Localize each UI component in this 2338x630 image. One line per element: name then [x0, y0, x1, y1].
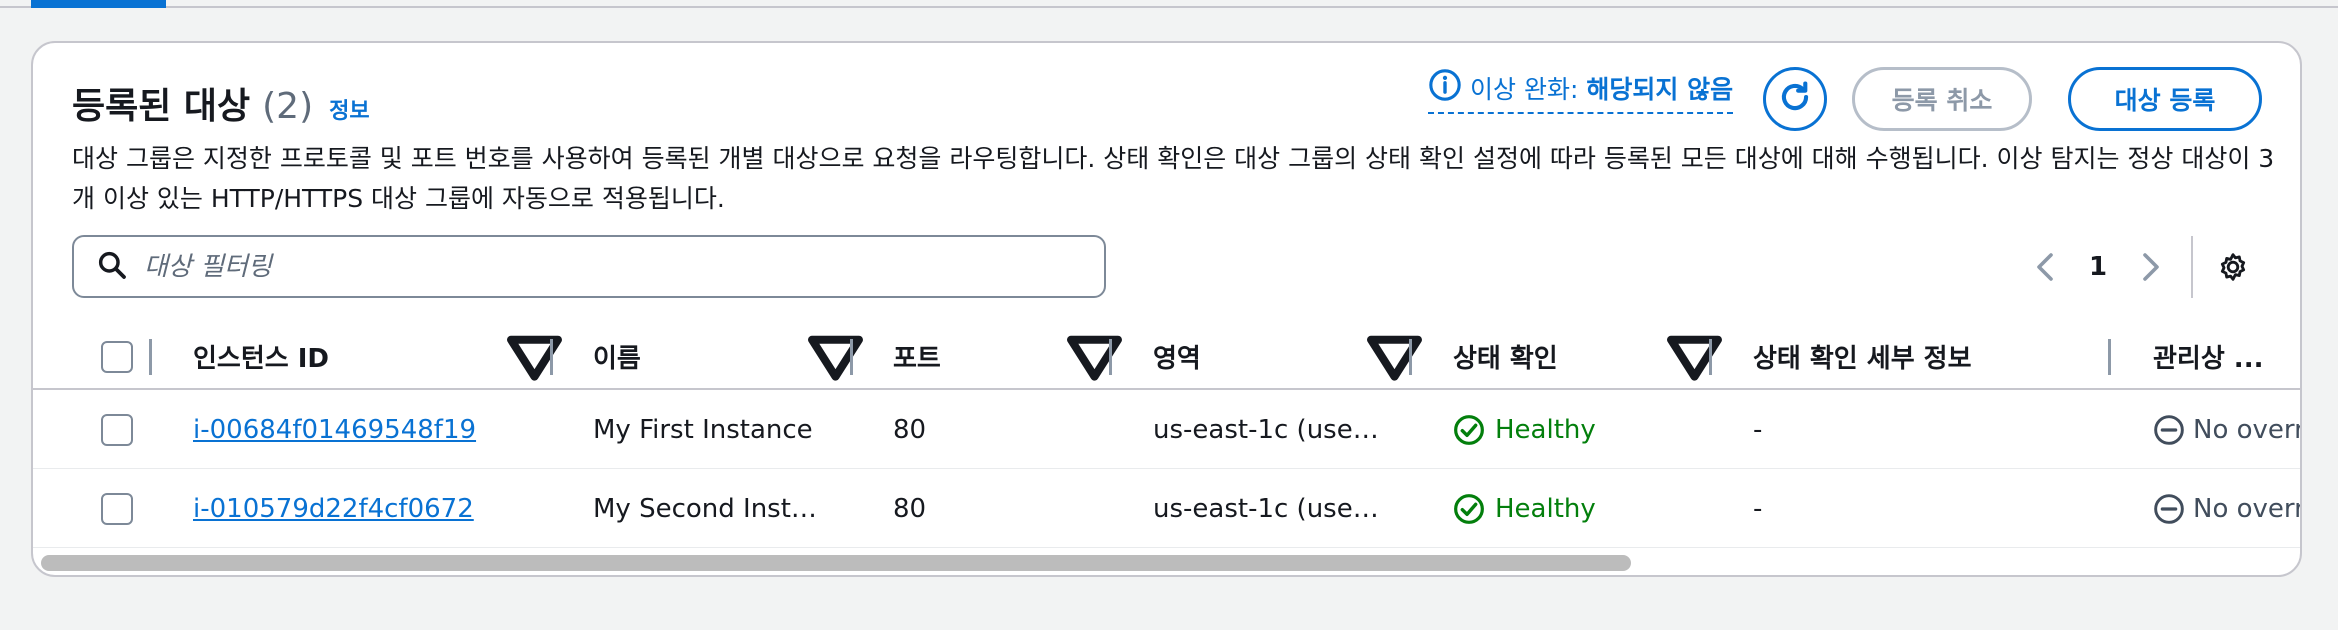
- minus-circle-icon: [2154, 414, 2184, 445]
- deregister-button[interactable]: 등록 취소: [1852, 67, 2032, 131]
- column-label: 상태 확인: [1453, 344, 1558, 374]
- refresh-icon: [1776, 78, 1814, 120]
- panel-title: 등록된 대상: [72, 86, 251, 127]
- select-all-checkbox[interactable]: [101, 340, 133, 373]
- previous-page-button[interactable]: [2023, 245, 2067, 289]
- instance-name: My First Instance: [593, 414, 813, 445]
- column-label: 이름: [593, 344, 641, 374]
- admin-override-label: No overr: [2193, 414, 2302, 445]
- health-detail: -: [1753, 414, 1763, 445]
- zone: us-east-1c (use…: [1153, 493, 1379, 524]
- column-divider[interactable]: [1409, 339, 1412, 375]
- column-header-administrative-override[interactable]: 관리상 ...: [2153, 323, 2263, 390]
- zone: us-east-1c (use…: [1153, 414, 1379, 445]
- instance-id-link[interactable]: i-00684f01469548f19: [193, 415, 476, 445]
- health-label: Healthy: [1495, 493, 1596, 524]
- instance-name: My Second Inst…: [593, 493, 817, 524]
- port: 80: [893, 493, 927, 524]
- sort-icon[interactable]: [1661, 323, 1728, 390]
- panel-description: 대상 그룹은 지정한 프로토콜 및 포트 번호를 사용하여 등록된 개별 대상으…: [72, 144, 2275, 213]
- table-row: i-010579d22f4cf0672 My Second Inst… 80 u…: [33, 469, 2302, 548]
- tab-strip: [0, 0, 2338, 8]
- sort-icon[interactable]: [1361, 323, 1428, 390]
- next-page-button[interactable]: [2129, 245, 2173, 289]
- search-icon: [96, 249, 144, 285]
- column-label: 포트: [893, 344, 941, 374]
- health-label: Healthy: [1495, 414, 1596, 445]
- check-circle-icon: [1454, 493, 1484, 524]
- column-divider[interactable]: [550, 339, 553, 375]
- sort-icon[interactable]: [1061, 323, 1128, 390]
- admin-override: No overr: [2153, 414, 2302, 446]
- preferences-button[interactable]: [2211, 245, 2255, 289]
- info-link[interactable]: 정보: [329, 93, 369, 125]
- health-status: Healthy: [1453, 493, 1596, 525]
- gear-icon: [2220, 253, 2246, 281]
- register-targets-button[interactable]: 대상 등록: [2068, 67, 2262, 131]
- row-checkbox[interactable]: [101, 492, 133, 525]
- table-header: 인스턴스 ID 이름 포트 영역 상태 확인 상태 확인 세부 정보 관리상 .…: [33, 323, 2300, 390]
- column-header-port[interactable]: 포트: [893, 323, 941, 390]
- table-row: i-00684f01469548f19 My First Instance 80…: [33, 390, 2302, 469]
- health-status: Healthy: [1453, 414, 1596, 446]
- registered-targets-panel: 등록된 대상 (2) 정보 이상 완화: 해당되지 않음 등록 취소 대상 등록…: [31, 41, 2302, 577]
- anomaly-label: 이상 완화:: [1470, 75, 1579, 104]
- admin-override-label: No overr: [2193, 493, 2302, 524]
- anomaly-value: 해당되지 않음: [1586, 75, 1734, 104]
- page-number[interactable]: 1: [2067, 252, 2129, 282]
- column-label: 영역: [1153, 344, 1201, 374]
- instance-id-link[interactable]: i-010579d22f4cf0672: [193, 494, 474, 524]
- pagination-divider: [2191, 236, 2193, 298]
- column-divider[interactable]: [850, 339, 853, 375]
- check-circle-icon: [1454, 414, 1484, 445]
- column-divider[interactable]: [2108, 339, 2111, 375]
- panel-header: 등록된 대상 (2) 정보: [72, 77, 370, 129]
- column-divider[interactable]: [1109, 339, 1112, 375]
- horizontal-scrollbar[interactable]: [41, 553, 2300, 573]
- port: 80: [893, 414, 927, 445]
- health-detail: -: [1753, 493, 1763, 524]
- active-tab-indicator: [31, 0, 166, 8]
- select-all-cell: [101, 323, 133, 390]
- column-header-health-status[interactable]: 상태 확인: [1453, 323, 1558, 390]
- filter-input[interactable]: [144, 251, 1044, 282]
- pagination: 1: [2023, 236, 2255, 298]
- chevron-right-icon: [2143, 253, 2159, 281]
- column-header-zone[interactable]: 영역: [1153, 323, 1201, 390]
- info-icon: [1428, 68, 1470, 108]
- sort-icon[interactable]: [802, 323, 869, 390]
- targets-table: 인스턴스 ID 이름 포트 영역 상태 확인 상태 확인 세부 정보 관리상 .…: [33, 323, 2302, 548]
- column-divider[interactable]: [149, 339, 152, 375]
- admin-override: No overr: [2153, 493, 2302, 525]
- anomaly-mitigation-popover[interactable]: 이상 완화: 해당되지 않음: [1428, 68, 1734, 114]
- target-count: (2): [262, 86, 314, 127]
- minus-circle-icon: [2154, 493, 2184, 524]
- refresh-button[interactable]: [1763, 67, 1827, 131]
- column-divider[interactable]: [1709, 339, 1712, 375]
- row-checkbox[interactable]: [101, 413, 133, 446]
- scrollbar-thumb[interactable]: [41, 555, 1631, 571]
- column-header-instance-id[interactable]: 인스턴스 ID: [193, 323, 329, 390]
- column-header-health-details: 상태 확인 세부 정보: [1753, 323, 1972, 390]
- column-label: 인스턴스 ID: [193, 344, 329, 374]
- sort-icon[interactable]: [501, 323, 568, 390]
- filter-box[interactable]: [72, 235, 1106, 298]
- column-label: 상태 확인 세부 정보: [1753, 344, 1972, 374]
- column-label: 관리상 ...: [2153, 344, 2264, 374]
- chevron-left-icon: [2037, 253, 2053, 281]
- column-header-name[interactable]: 이름: [593, 323, 641, 390]
